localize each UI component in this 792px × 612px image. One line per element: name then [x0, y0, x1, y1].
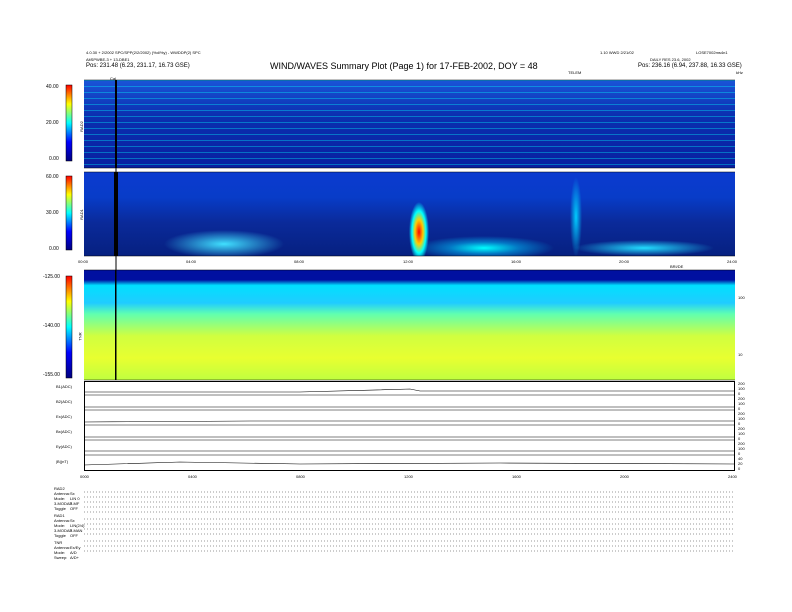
time-tick-0: 00:00: [78, 259, 89, 264]
rad2-label: RAD2: [78, 121, 84, 132]
time-tick-bottom-3: 1200: [404, 474, 413, 479]
info-val: A/D+: [70, 555, 80, 560]
tnr-right-tick-1: 100: [738, 295, 745, 300]
time-tick-bottom-0: 0000: [80, 474, 89, 479]
lineplot-label-b1: B1(ADC): [56, 384, 73, 389]
info-dotted-lines: [84, 491, 735, 552]
lineplot-traces: [83, 388, 736, 466]
rad2-colorbar: [65, 84, 73, 162]
lineplot-label-b2: B2(ADC): [56, 399, 73, 404]
rad1-tick-bot: 0.00: [49, 246, 59, 252]
time-tick-bottom-5: 2000: [620, 474, 629, 479]
time-tick-4: 16:00: [511, 259, 522, 264]
ex-trace: [83, 420, 735, 423]
info-key: Toggle: [54, 533, 66, 538]
lp-bmag-tick-bot: 0: [738, 466, 741, 471]
rad1-tick-mid: 30.00: [46, 210, 59, 216]
info-val: OFF: [70, 533, 78, 538]
rad2-tick-top: 40.00: [46, 84, 59, 90]
rad2-tick-bot: 0.00: [49, 156, 59, 162]
time-tick-6: 24:00: [727, 259, 738, 264]
tnr-tick-top: -125.00: [43, 274, 60, 280]
tnr-right-tick-2: 10: [738, 352, 743, 357]
info-val: OFF: [70, 506, 78, 511]
axes-layer: [65, 79, 736, 552]
time-tick-1: 04:00: [186, 259, 197, 264]
info-key: Sweep:: [54, 555, 68, 560]
tnr-marker: BRI/DE: [670, 264, 684, 269]
lineplot-label-bx: Bx(ADC): [56, 429, 72, 434]
lineplot-label-ey: Ey(ADC): [56, 444, 72, 449]
time-tick-2: 08:00: [294, 259, 305, 264]
rad1-colorbar: [65, 175, 73, 251]
frame-lines: [84, 79, 735, 456]
time-tick-bottom-4: 1600: [512, 474, 521, 479]
rad1-tick-top: 60.00: [46, 174, 59, 180]
lineplot-label-bmag: |B|(nT): [56, 459, 69, 464]
rad2-tick-mid: 20.00: [46, 120, 59, 126]
time-tick-bottom-6: 2400: [728, 474, 737, 479]
time-tick-bottom-2: 0800: [296, 474, 305, 479]
info-key: Toggle: [54, 506, 66, 511]
tnr-tick-bot: -155.00: [43, 372, 60, 378]
time-tick-bottom-1: 0400: [188, 474, 197, 479]
b-mag-trace: [83, 461, 736, 466]
b1-trace: [84, 388, 735, 393]
tnr-label: TNR: [77, 332, 83, 341]
time-tick-5: 20:00: [619, 259, 630, 264]
rad1-label: RAD1: [78, 209, 84, 220]
lineplot-label-ex: Ex(ADC): [56, 414, 72, 419]
tnr-tick-mid: -140.00: [43, 323, 60, 329]
time-tick-3: 12:00: [403, 259, 414, 264]
tnr-colorbar: [65, 275, 73, 379]
